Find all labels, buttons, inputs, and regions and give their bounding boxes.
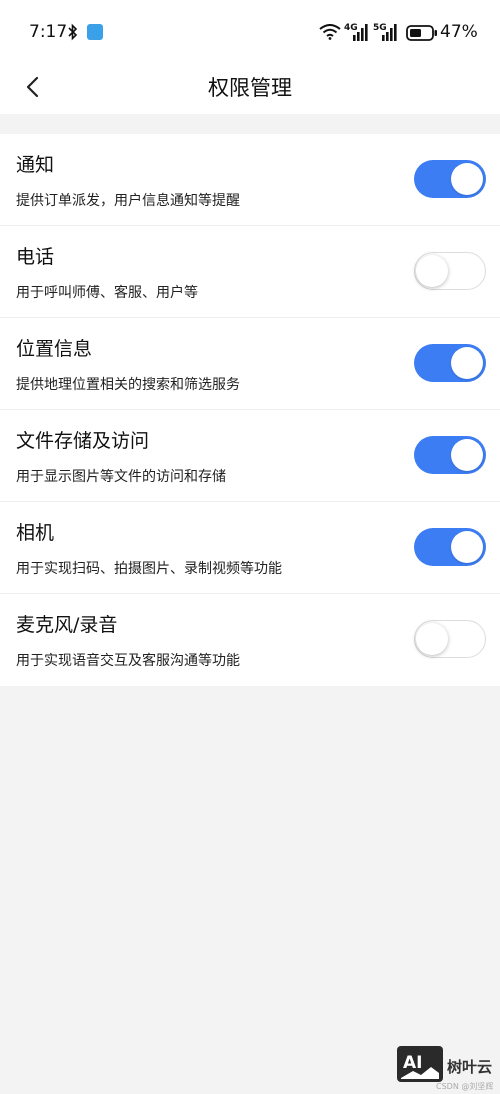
permission-title: 位置信息 xyxy=(16,338,93,360)
watermark-logo: AI xyxy=(397,1046,443,1082)
toggle-knob xyxy=(451,531,483,563)
permission-title: 通知 xyxy=(16,154,55,176)
permission-item-notification: 通知 提供订单派发，用户信息通知等提醒 xyxy=(0,134,500,226)
phone-toggle[interactable] xyxy=(414,252,486,290)
permission-item-location: 位置信息 提供地理位置相关的搜索和筛选服务 xyxy=(0,318,500,410)
signal-icon xyxy=(382,24,397,41)
toggle-knob xyxy=(451,163,483,195)
permission-item-storage: 文件存储及访问 用于显示图片等文件的访问和存储 xyxy=(0,410,500,502)
watermark-brand: 树叶云 xyxy=(447,1058,493,1076)
status-bar: 7:17 4G 5G 47% xyxy=(0,0,500,64)
nav-bar: 权限管理 xyxy=(0,64,500,114)
status-time: 7:17 xyxy=(29,22,68,42)
microphone-toggle[interactable] xyxy=(414,620,486,658)
page-title: 权限管理 xyxy=(208,76,292,100)
battery-percentage: 47% xyxy=(440,22,478,42)
permission-title: 文件存储及访问 xyxy=(16,430,150,452)
permission-description: 用于实现语音交互及客服沟通等功能 xyxy=(16,653,240,669)
permission-description: 用于呼叫师傅、客服、用户等 xyxy=(16,285,198,301)
toggle-knob xyxy=(451,347,483,379)
camera-toggle[interactable] xyxy=(414,528,486,566)
permission-title: 麦克风/录音 xyxy=(16,614,118,636)
permission-item-phone: 电话 用于呼叫师傅、客服、用户等 xyxy=(0,226,500,318)
app-notification-icon xyxy=(87,24,103,40)
svg-text:AI: AI xyxy=(403,1053,422,1073)
toggle-knob xyxy=(451,439,483,471)
bluetooth-icon xyxy=(68,23,78,41)
permission-item-microphone: 麦克风/录音 用于实现语音交互及客服沟通等功能 xyxy=(0,594,500,686)
permission-description: 用于实现扫码、拍摄图片、录制视频等功能 xyxy=(16,561,282,577)
permission-title: 相机 xyxy=(16,522,55,544)
toggle-knob xyxy=(416,254,448,287)
permission-title: 电话 xyxy=(16,246,55,268)
toggle-knob xyxy=(416,622,448,655)
permission-description: 提供地理位置相关的搜索和筛选服务 xyxy=(16,377,240,393)
notification-toggle[interactable] xyxy=(414,160,486,198)
signal-icon xyxy=(353,24,368,41)
battery-icon xyxy=(406,25,437,41)
permission-item-camera: 相机 用于实现扫码、拍摄图片、录制视频等功能 xyxy=(0,502,500,594)
permission-description: 提供订单派发，用户信息通知等提醒 xyxy=(16,193,240,209)
wifi-icon xyxy=(319,24,341,40)
permission-list: 通知 提供订单派发，用户信息通知等提醒 电话 用于呼叫师傅、客服、用户等 位置信… xyxy=(0,134,500,686)
watermark-credit: CSDN @刘坚辉 xyxy=(436,1082,494,1091)
permission-description: 用于显示图片等文件的访问和存储 xyxy=(16,469,226,485)
storage-toggle[interactable] xyxy=(414,436,486,474)
location-toggle[interactable] xyxy=(414,344,486,382)
